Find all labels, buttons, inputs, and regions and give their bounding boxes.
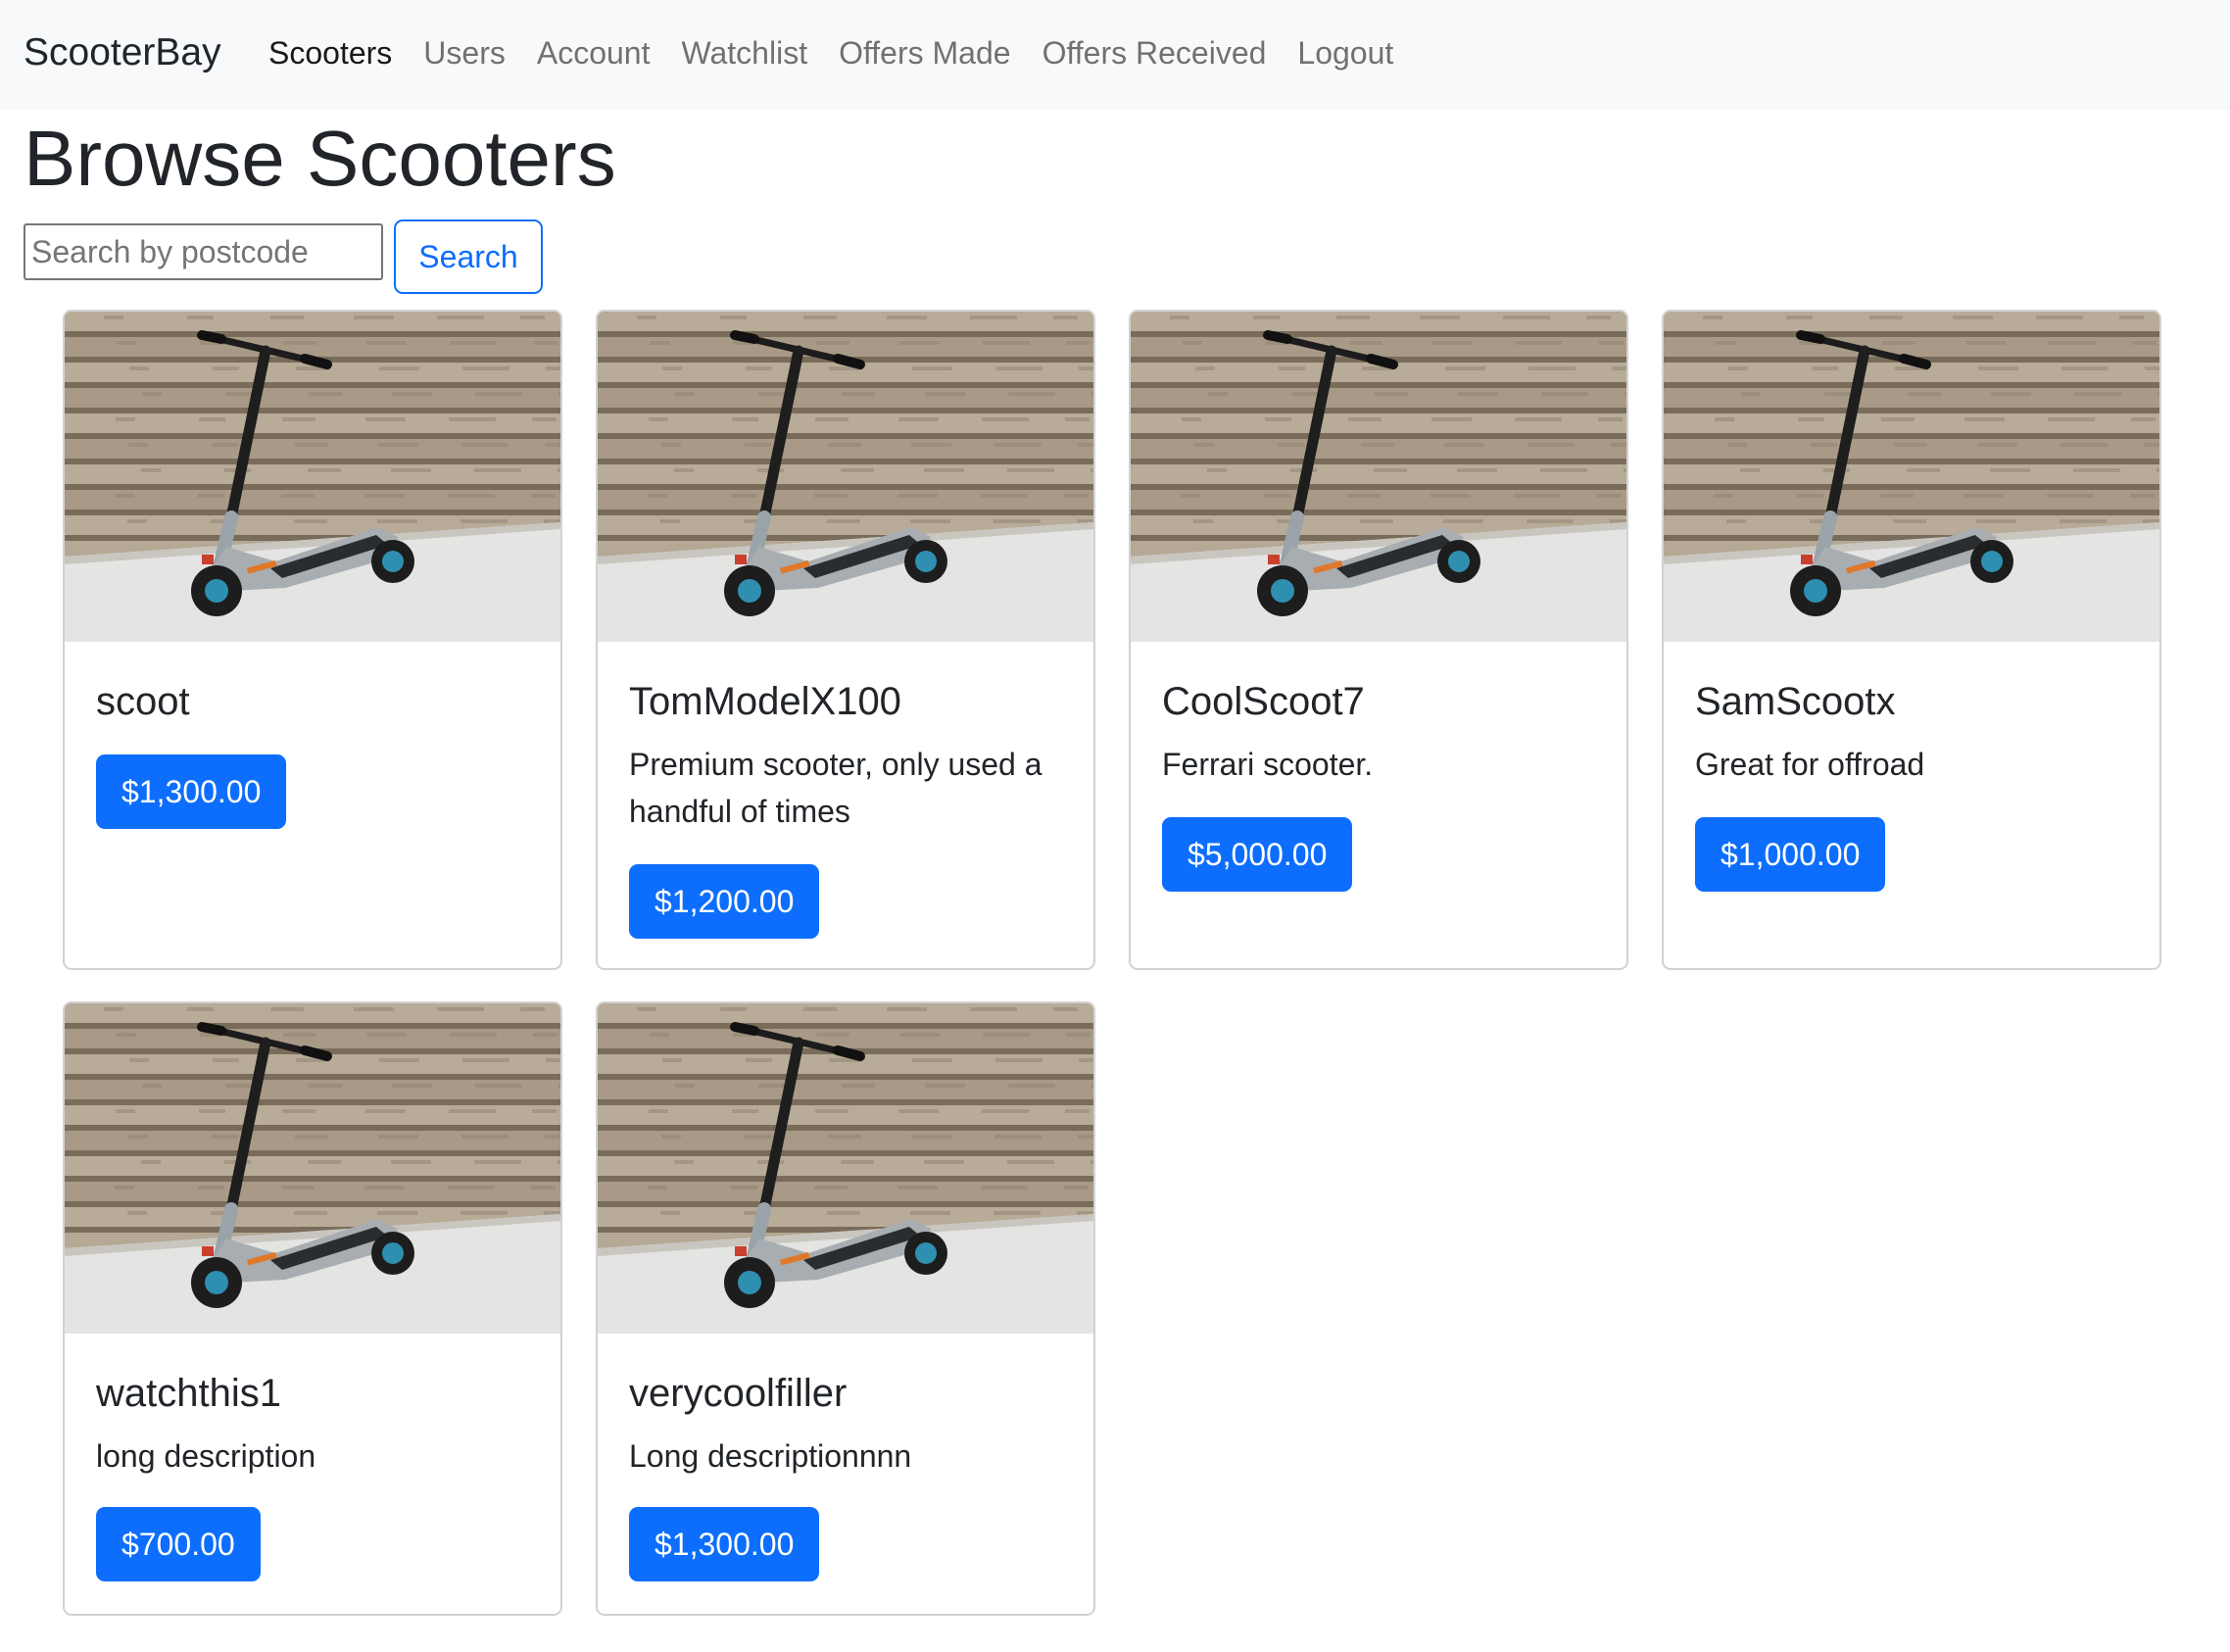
scooter-card[interactable]: scoot $1,300.00 (63, 310, 562, 970)
scooter-name: TomModelX100 (629, 680, 901, 723)
price-button[interactable]: $5,000.00 (1162, 817, 1353, 892)
scooter-card[interactable]: verycoolfiller Long descriptionnnn $1,30… (596, 1001, 1095, 1616)
scooter-description: Great for offroad (1695, 747, 1925, 782)
brand-link[interactable]: ScooterBay (24, 31, 221, 74)
nav-link-scooters[interactable]: Scooters (268, 35, 392, 72)
search-button[interactable]: Search (394, 219, 543, 294)
nav-link-offers-made[interactable]: Offers Made (839, 35, 1010, 72)
scooter-name: watchthis1 (96, 1372, 281, 1415)
price-button[interactable]: $1,300.00 (96, 754, 287, 829)
scooter-image[interactable] (1664, 312, 2159, 642)
scooter-card[interactable]: CoolScoot7 Ferrari scooter. $5,000.00 (1129, 310, 1628, 970)
scooter-description: Ferrari scooter. (1162, 747, 1374, 782)
navbar: ScooterBay Scooters Users Account Watchl… (0, 0, 2230, 110)
scooter-description: long description (96, 1438, 316, 1474)
scooter-description: Long descriptionnnn (629, 1438, 912, 1474)
scooter-name: SamScootx (1695, 680, 1896, 723)
nav-link-users[interactable]: Users (423, 35, 506, 72)
nav-links: Scooters Users Account Watchlist Offers … (268, 35, 1425, 72)
postcode-search-input[interactable] (24, 223, 383, 280)
scooter-card[interactable]: SamScootx Great for offroad $1,000.00 (1662, 310, 2161, 970)
scooter-image[interactable] (65, 312, 560, 642)
nav-link-logout[interactable]: Logout (1297, 35, 1393, 72)
nav-link-account[interactable]: Account (537, 35, 651, 72)
nav-link-offers-received[interactable]: Offers Received (1042, 35, 1267, 72)
price-button[interactable]: $1,000.00 (1695, 817, 1886, 892)
scooter-image[interactable] (598, 312, 1093, 642)
scooter-name: CoolScoot7 (1162, 680, 1365, 723)
scooter-image[interactable] (65, 1003, 560, 1334)
scooter-name: scoot (96, 680, 190, 723)
scooter-card[interactable]: watchthis1 long description $700.00 (63, 1001, 562, 1616)
scooter-card[interactable]: TomModelX100 Premium scooter, only used … (596, 310, 1095, 970)
price-button[interactable]: $700.00 (96, 1507, 261, 1581)
scooter-name: verycoolfiller (629, 1372, 848, 1415)
scooter-image[interactable] (1131, 312, 1626, 642)
scooter-description: Premium scooter, only used a handful of … (629, 747, 1042, 829)
scooter-image[interactable] (598, 1003, 1093, 1334)
price-button[interactable]: $1,300.00 (629, 1507, 820, 1581)
nav-link-watchlist[interactable]: Watchlist (681, 35, 807, 72)
price-button[interactable]: $1,200.00 (629, 864, 820, 939)
page-title: Browse Scooters (24, 115, 616, 202)
